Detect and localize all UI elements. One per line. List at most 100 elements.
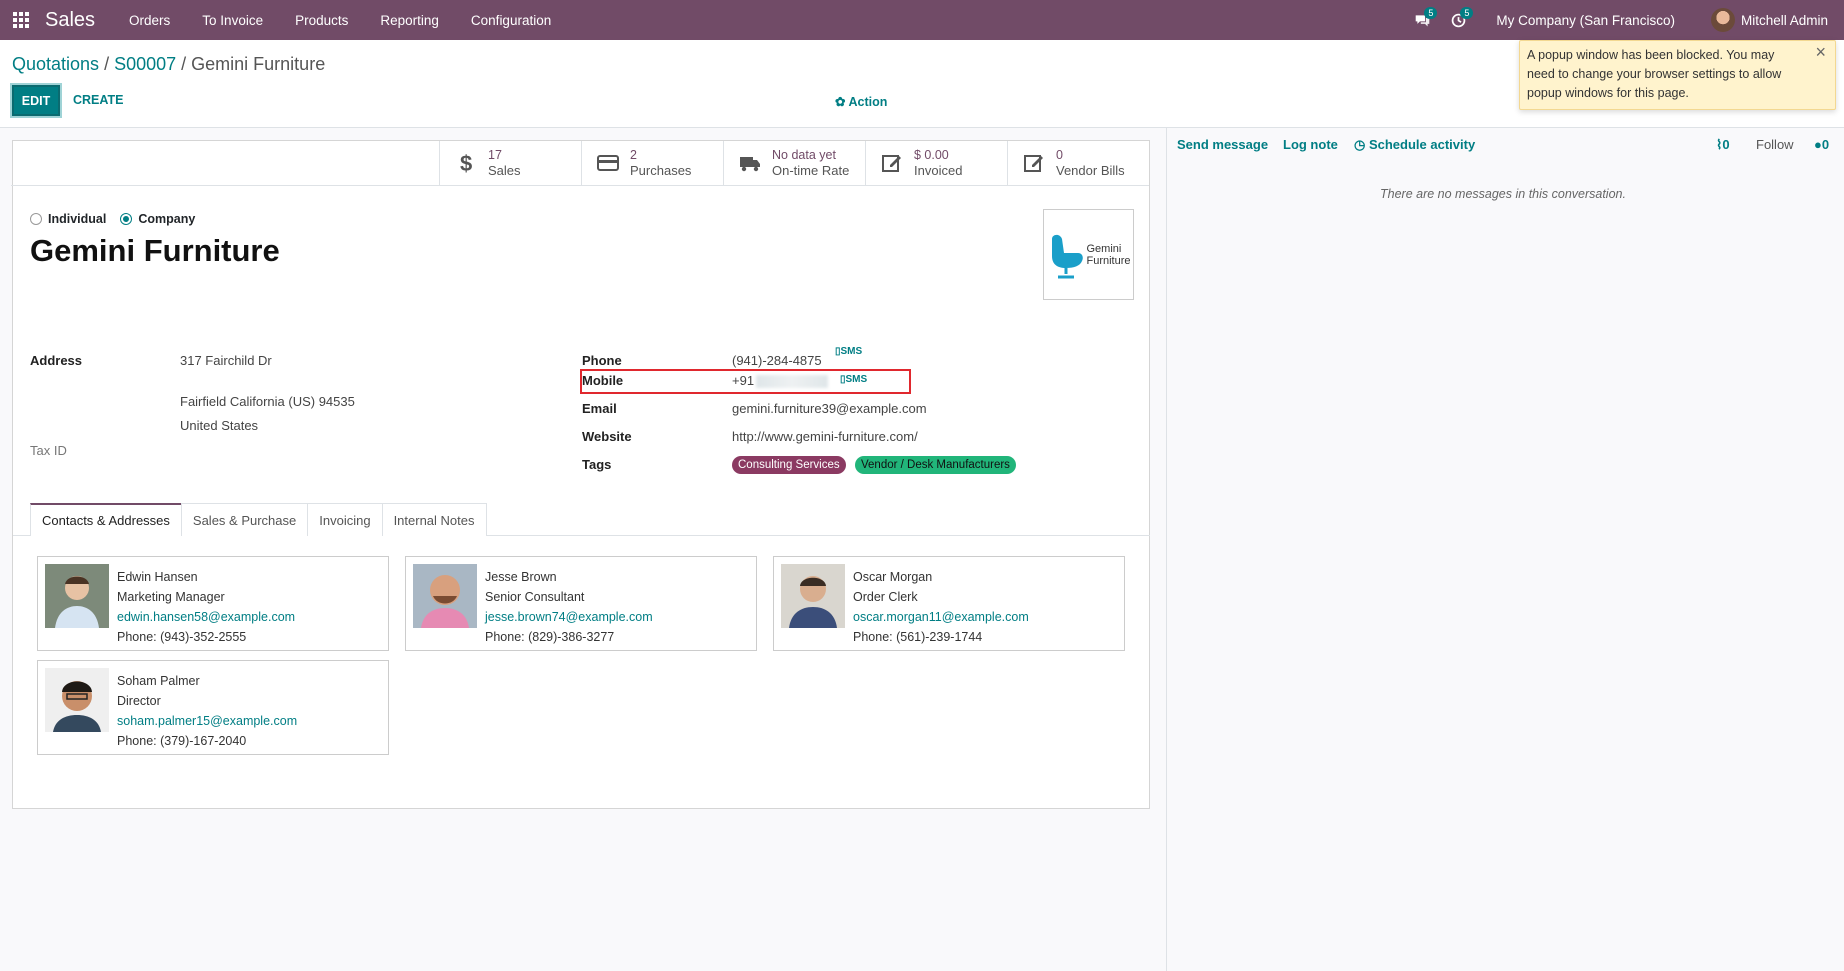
- breadcrumb-order[interactable]: S00007: [114, 54, 176, 74]
- website-label: Website: [582, 429, 632, 444]
- action-menu-button[interactable]: ✿ Action: [835, 94, 887, 109]
- edit-icon: [882, 155, 901, 172]
- contact-email[interactable]: jesse.brown74@example.com: [485, 607, 653, 627]
- contact-phone: Phone: (829)-386-3277: [485, 630, 615, 644]
- contact-card-edwin-hansen[interactable]: Edwin Hansen Marketing Manager edwin.han…: [37, 556, 389, 651]
- mobile-value[interactable]: +91: [732, 373, 829, 389]
- attachments-button[interactable]: ⌇0: [1716, 137, 1730, 153]
- contact-phone: Phone: (379)-167-2040: [117, 734, 247, 748]
- address-label: Address: [30, 353, 83, 368]
- purchases-smart-button[interactable]: 2 Purchases: [581, 141, 723, 185]
- chair-icon: [1052, 234, 1084, 278]
- contact-email[interactable]: oscar.morgan11@example.com: [853, 607, 1029, 627]
- contact-avatar: [413, 564, 477, 628]
- contact-role: Senior Consultant: [485, 590, 585, 604]
- log-note-button[interactable]: Log note: [1283, 137, 1338, 152]
- app-name[interactable]: Sales: [45, 9, 95, 32]
- tab-internal-notes[interactable]: Internal Notes: [381, 503, 487, 536]
- breadcrumb: Quotations / S00007/Gemini Furniture: [12, 54, 326, 74]
- mobile-sms-button[interactable]: ▯SMS: [840, 374, 867, 385]
- contact-phone: Phone: (943)-352-2555: [117, 630, 247, 644]
- contact-email[interactable]: soham.palmer15@example.com: [117, 711, 297, 731]
- menu-orders[interactable]: Orders: [113, 13, 186, 28]
- dollar-icon: $: [460, 151, 472, 175]
- apps-menu-icon[interactable]: [1, 0, 41, 40]
- vendor-bills-smart-button[interactable]: 0 Vendor Bills: [1007, 141, 1149, 185]
- email-label: Email: [582, 401, 617, 416]
- company-type-selector: Individual Company: [30, 212, 209, 226]
- contact-card-oscar-morgan[interactable]: Oscar Morgan Order Clerk oscar.morgan11@…: [773, 556, 1125, 651]
- smart-buttons-bar: $ 17 Sales 2 Purchases No data yet On-time …: [11, 141, 1149, 186]
- tab-sales-purchase[interactable]: Sales & Purchase: [180, 503, 309, 536]
- user-menu[interactable]: Mitchell Admin: [1741, 13, 1828, 28]
- notification-text: A popup window has been blocked. You may…: [1527, 48, 1782, 100]
- invoiced-smart-button[interactable]: $ 0.00 Invoiced: [865, 141, 1007, 185]
- phone-label: Phone: [582, 353, 622, 368]
- contact-name: Oscar Morgan: [853, 570, 933, 584]
- company-switcher[interactable]: My Company (San Francisco): [1496, 13, 1675, 28]
- tags-label: Tags: [582, 457, 612, 472]
- truck-icon: [740, 157, 760, 172]
- contact-name: Edwin Hansen: [117, 570, 198, 584]
- contact-avatar: [781, 564, 845, 628]
- messages-badge: 5: [1424, 7, 1438, 19]
- schedule-activity-button[interactable]: ◷ Schedule activity: [1354, 137, 1475, 153]
- menu-configuration[interactable]: Configuration: [455, 13, 567, 28]
- activities-badge: 5: [1460, 7, 1474, 19]
- tab-contacts-addresses[interactable]: Contacts & Addresses: [30, 503, 182, 536]
- follow-button[interactable]: Follow: [1756, 137, 1794, 152]
- sales-smart-button[interactable]: $ 17 Sales: [439, 141, 581, 185]
- partner-name: Gemini Furniture: [30, 233, 280, 268]
- edit-icon: [1024, 155, 1043, 172]
- svg-text:$: $: [460, 151, 472, 175]
- credit-card-icon: [597, 155, 619, 171]
- company-radio[interactable]: [120, 213, 133, 225]
- email-value[interactable]: gemini.furniture39@example.com: [732, 401, 927, 416]
- messages-button[interactable]: 5: [1404, 0, 1440, 40]
- country-value: United States: [180, 418, 259, 433]
- redacted-number: [756, 375, 829, 389]
- create-button[interactable]: CREATE: [73, 93, 123, 107]
- tab-invoicing[interactable]: Invoicing: [307, 503, 383, 536]
- user-icon: ●: [1814, 137, 1822, 152]
- followers-button[interactable]: ●0: [1814, 137, 1829, 152]
- empty-conversation-text: There are no messages in this conversati…: [1380, 187, 1626, 201]
- activities-button[interactable]: 5: [1440, 0, 1476, 40]
- user-avatar[interactable]: [1710, 8, 1735, 32]
- tag-vendor-desk-manufacturers[interactable]: Vendor / Desk Manufacturers: [855, 456, 1016, 474]
- contact-card-soham-palmer[interactable]: Soham Palmer Director soham.palmer15@exa…: [37, 660, 389, 755]
- website-value[interactable]: http://www.gemini-furniture.com/: [732, 429, 918, 444]
- menu-to-invoice[interactable]: To Invoice: [186, 13, 279, 28]
- top-navbar: Sales Orders To Invoice Products Reporti…: [0, 0, 1844, 40]
- company-label[interactable]: Company: [138, 212, 195, 226]
- contact-email[interactable]: edwin.hansen58@example.com: [117, 607, 295, 627]
- contact-name: Soham Palmer: [117, 674, 200, 688]
- menu-reporting[interactable]: Reporting: [364, 13, 455, 28]
- breadcrumb-quotations[interactable]: Quotations: [12, 54, 99, 74]
- city-value: Fairfield California (US) 94535: [180, 394, 355, 409]
- phone-sms-button[interactable]: ▯SMS: [835, 346, 862, 357]
- menu-products[interactable]: Products: [279, 13, 364, 28]
- mobile-label: Mobile: [582, 373, 624, 388]
- close-icon[interactable]: ×: [1815, 43, 1826, 62]
- gear-icon: ✿: [835, 95, 846, 109]
- clock-icon: ◷: [1354, 137, 1366, 152]
- send-message-button[interactable]: Send message: [1177, 137, 1268, 152]
- on-time-rate-smart-button[interactable]: No data yet On-time Rate: [723, 141, 865, 185]
- contact-phone: Phone: (561)-239-1744: [853, 630, 983, 644]
- phone-value[interactable]: (941)-284-4875: [732, 353, 822, 368]
- notebook-tabs: Contacts & Addresses Sales & Purchase In…: [30, 503, 487, 536]
- contact-card-jesse-brown[interactable]: Jesse Brown Senior Consultant jesse.brow…: [405, 556, 757, 651]
- breadcrumb-current: Gemini Furniture: [191, 54, 326, 74]
- tag-consulting-services[interactable]: Consulting Services: [732, 456, 846, 474]
- contact-avatar: [45, 668, 109, 732]
- contact-role: Order Clerk: [853, 590, 918, 604]
- edit-button[interactable]: EDIT: [12, 85, 60, 116]
- partner-logo[interactable]: Gemini Furniture: [1043, 209, 1134, 300]
- individual-radio[interactable]: [30, 213, 42, 225]
- partner-form-sheet: $ 17 Sales 2 Purchases No data yet On-time …: [11, 140, 1150, 809]
- contact-name: Jesse Brown: [485, 570, 557, 584]
- chatter-divider: [1166, 128, 1167, 971]
- individual-label[interactable]: Individual: [48, 212, 106, 226]
- contact-role: Marketing Manager: [117, 590, 225, 604]
